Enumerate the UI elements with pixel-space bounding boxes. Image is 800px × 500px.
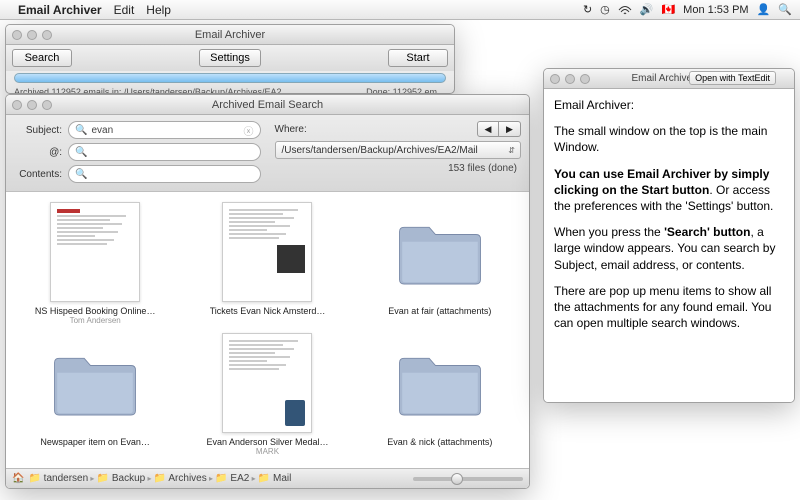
status-right: Done: 112952 em…	[366, 87, 446, 94]
at-label: @:	[14, 147, 62, 158]
result-item[interactable]: Tickets Evan Nick Amsterd…	[190, 202, 344, 325]
item-subcaption: MARK	[256, 447, 279, 456]
help-heading: Email Archiver:	[554, 97, 784, 113]
help-p3: When you press the 'Search' button, a la…	[554, 224, 784, 273]
document-thumbnail	[50, 202, 140, 302]
subject-value: evan	[91, 125, 113, 136]
help-p1: The small window on the top is the main …	[554, 123, 784, 155]
folder-icon: 📁	[97, 473, 109, 484]
result-item[interactable]: NS Hispeed Booking Online…Tom Andersen	[18, 202, 172, 325]
help-p2: You can use Email Archiver by simply cli…	[554, 166, 784, 215]
status-icons: ↻ ◷ 🔊 🇨🇦 Mon 1:53 PM 👤 🔍	[583, 3, 792, 16]
contents-label: Contents:	[14, 169, 62, 180]
menu-edit[interactable]: Edit	[114, 3, 135, 17]
folder-icon: 📁	[154, 473, 166, 484]
menu-app[interactable]: Email Archiver	[18, 3, 102, 17]
subject-input[interactable]: 🔍 evan ⓧ	[68, 121, 261, 139]
minimize-icon[interactable]	[27, 100, 37, 110]
main-titlebar[interactable]: Email Archiver	[6, 25, 454, 45]
progress-bar	[14, 73, 446, 83]
menubar: Email Archiver Edit Help ↻ ◷ 🔊 🇨🇦 Mon 1:…	[0, 0, 800, 20]
zoom-slider[interactable]	[413, 477, 523, 481]
item-caption: Newspaper item on Evan…	[40, 437, 150, 447]
folder-icon	[390, 202, 490, 302]
path-bar: 🏠 📁 tandersen ▸ 📁 Backup ▸ 📁 Archives ▸ …	[6, 468, 529, 488]
status-left: Archived 112952 emails in: /Users/tander…	[14, 87, 284, 94]
folder-icon: 📁	[258, 473, 270, 484]
item-caption: Evan at fair (attachments)	[388, 306, 491, 316]
where-select[interactable]: /Users/tandersen/Backup/Archives/EA2/Mai…	[275, 141, 522, 159]
start-button[interactable]: Start	[388, 49, 448, 67]
user-icon[interactable]: 👤	[757, 3, 771, 16]
results-count: 153 files (done)	[275, 163, 522, 174]
item-caption: NS Hispeed Booking Online…	[35, 306, 156, 316]
folder-icon	[45, 333, 145, 433]
folder-icon: 📁	[28, 473, 40, 484]
folder-icon	[390, 333, 490, 433]
item-subcaption: Tom Andersen	[70, 316, 121, 325]
search-controls: Subject: 🔍 evan ⓧ @: 🔍 Contents: 🔍	[6, 115, 529, 192]
result-item[interactable]: Evan at fair (attachments)	[363, 202, 517, 325]
close-icon[interactable]	[550, 74, 560, 84]
help-body: Email Archiver: The small window on the …	[544, 89, 794, 402]
subject-label: Subject:	[14, 125, 62, 136]
volume-icon[interactable]: 🔊	[640, 3, 654, 16]
result-item[interactable]: Evan Anderson Silver Medal…MARK	[190, 333, 344, 456]
search-window: Archived Email Search Subject: 🔍 evan ⓧ …	[5, 94, 530, 489]
results-area: NS Hispeed Booking Online…Tom Andersen Ti…	[6, 192, 529, 489]
clock-icon[interactable]: ◷	[600, 3, 610, 16]
breadcrumb-item[interactable]: EA2	[228, 473, 250, 484]
help-p4: There are pop up menu items to show all …	[554, 283, 784, 332]
zoom-icon[interactable]	[580, 74, 590, 84]
clock-text[interactable]: Mon 1:53 PM	[683, 4, 748, 16]
search-icon: 🔍	[75, 125, 87, 136]
folder-icon: 📁	[215, 473, 227, 484]
breadcrumb-item[interactable]: Mail	[270, 473, 291, 484]
clear-icon[interactable]: ⓧ	[244, 123, 254, 138]
help-window: Email Archiver.rtf Open with TextEdit Em…	[543, 68, 795, 403]
search-icon: 🔍	[75, 147, 87, 158]
search-button[interactable]: Search	[12, 49, 72, 67]
document-thumbnail	[222, 333, 312, 433]
flag-icon[interactable]: 🇨🇦	[661, 3, 675, 16]
menu-help[interactable]: Help	[146, 3, 171, 17]
item-caption: Evan Anderson Silver Medal…	[206, 437, 328, 447]
contents-input[interactable]: 🔍	[68, 165, 261, 183]
breadcrumb-item[interactable]: Backup	[109, 473, 145, 484]
item-caption: Tickets Evan Nick Amsterd…	[210, 306, 326, 316]
main-window: Email Archiver Search Settings Start Arc…	[5, 24, 455, 94]
nav-back-button[interactable]: ◀	[477, 121, 499, 137]
search-icon: 🔍	[75, 169, 87, 180]
close-icon[interactable]	[12, 100, 22, 110]
where-label: Where:	[275, 124, 307, 135]
sync-icon[interactable]: ↻	[583, 3, 592, 16]
settings-button[interactable]: Settings	[199, 49, 261, 67]
document-thumbnail	[222, 202, 312, 302]
spotlight-icon[interactable]: 🔍	[778, 3, 792, 16]
email-input[interactable]: 🔍	[68, 143, 261, 161]
zoom-icon[interactable]	[42, 30, 52, 40]
result-item[interactable]: Newspaper item on Evan…	[18, 333, 172, 456]
help-titlebar[interactable]: Email Archiver.rtf Open with TextEdit	[544, 69, 794, 89]
search-title: Archived Email Search	[6, 99, 529, 111]
zoom-icon[interactable]	[42, 100, 52, 110]
breadcrumb-item[interactable]: tandersen	[41, 473, 88, 484]
nav-buttons: ◀ ▶	[477, 121, 521, 137]
close-icon[interactable]	[12, 30, 22, 40]
nav-forward-button[interactable]: ▶	[499, 121, 521, 137]
main-title: Email Archiver	[6, 29, 454, 41]
search-titlebar[interactable]: Archived Email Search	[6, 95, 529, 115]
main-toolbar: Search Settings Start	[6, 45, 454, 71]
item-caption: Evan & nick (attachments)	[387, 437, 492, 447]
result-item[interactable]: Evan & nick (attachments)	[363, 333, 517, 456]
slider-knob[interactable]	[451, 473, 463, 485]
wifi-icon[interactable]	[618, 5, 632, 15]
home-icon[interactable]: 🏠	[12, 473, 24, 484]
minimize-icon[interactable]	[565, 74, 575, 84]
breadcrumb-item[interactable]: Archives	[166, 473, 207, 484]
minimize-icon[interactable]	[27, 30, 37, 40]
open-with-button[interactable]: Open with TextEdit	[689, 71, 776, 85]
